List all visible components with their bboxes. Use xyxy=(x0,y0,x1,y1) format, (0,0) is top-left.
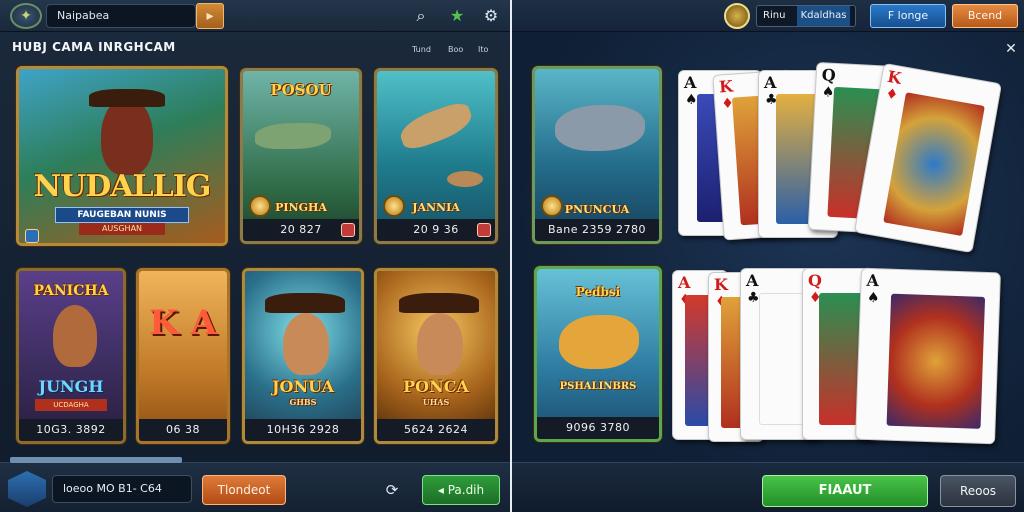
favorite-icon[interactable] xyxy=(477,223,491,237)
small-fish-icon xyxy=(447,171,483,187)
confirm-button[interactable]: ◂ Pa.dih xyxy=(422,475,500,505)
player-name: Rinu xyxy=(763,10,786,21)
card-art xyxy=(883,91,986,237)
card-rank: Q xyxy=(808,271,822,290)
game-subtitle: PINGHA xyxy=(275,201,327,214)
game-footer: 10G3. 3892 xyxy=(19,419,123,441)
lobby-bottom-bar: loeoo MO B1- C64 Tlondeot ⟳ ◂ Pa.dih xyxy=(0,457,510,512)
game-footer: 9096 3780 xyxy=(537,417,659,439)
hat-icon xyxy=(265,293,345,313)
card-rank: Q xyxy=(821,65,837,85)
card-rank: A xyxy=(764,73,777,92)
game-subtitle: PONCA xyxy=(403,377,469,396)
game-card-ka[interactable]: K A 06 38 xyxy=(136,268,230,444)
game-subtitle: JUNGH xyxy=(38,377,104,396)
playing-card[interactable]: A ♠ xyxy=(855,267,1001,445)
star-icon[interactable]: ★ xyxy=(446,6,468,26)
hat-icon xyxy=(89,89,165,107)
tab-indicator xyxy=(10,457,182,463)
game-tag: UCDAGHA xyxy=(35,399,107,411)
lobby-panel: ✦ Naipabea ▸ ⌕ ★ ⚙ HUBJ CAMA INRGHCAM Tu… xyxy=(0,0,512,512)
game-title: NUDALLIG xyxy=(33,169,212,204)
player-name-field[interactable]: Rinu Kdaldhas xyxy=(756,5,856,27)
emblem-icon[interactable] xyxy=(724,3,750,29)
table-bottom-bar: FIAAUT Reoos xyxy=(512,462,1024,512)
game-subtitle: FAUGEBAN NUNIS xyxy=(55,207,189,223)
game-footer: Bane 2359 2780 xyxy=(535,219,659,241)
bcend-button[interactable]: Bcend xyxy=(952,4,1018,28)
arrow-icon: ◂ xyxy=(437,483,448,497)
secondary-button[interactable]: Reoos xyxy=(940,475,1016,507)
hat-icon xyxy=(399,293,479,313)
card-rank: A xyxy=(866,270,880,291)
game-title: Pedbsi xyxy=(575,285,621,299)
character-figure xyxy=(417,313,463,375)
card-rank: K xyxy=(714,275,728,294)
game-title: POSOU xyxy=(270,81,332,99)
game-footer: 06 38 xyxy=(139,419,227,441)
game-title: PANICHA xyxy=(33,283,109,299)
character-figure xyxy=(101,97,153,175)
logo-icon[interactable]: ✦ xyxy=(10,3,42,29)
refresh-icon[interactable]: ⟳ xyxy=(382,481,402,501)
section-title: HUBJ CAMA INRGHCAM xyxy=(12,40,176,54)
game-card-ponca[interactable]: PONCA UHAS 5624 2624 xyxy=(374,268,498,444)
filter-tab-3[interactable]: Ito xyxy=(478,45,488,54)
game-tag: GHBS xyxy=(289,397,317,407)
game-card-jannia[interactable]: JANNIA 20 9 36 xyxy=(374,68,498,244)
character-figure xyxy=(53,305,97,367)
card-rank: A xyxy=(746,271,759,290)
game-subtitle: PSHALINBRS xyxy=(559,381,637,392)
game-subtitle: PNUNCUA xyxy=(564,203,630,216)
close-icon[interactable]: ✕ xyxy=(1004,42,1018,56)
info-icon[interactable] xyxy=(25,229,39,243)
game-card-jonua[interactable]: JONUA GHBS 10H36 2928 xyxy=(242,268,364,444)
character-figure xyxy=(283,313,329,375)
favorite-icon[interactable] xyxy=(341,223,355,237)
card-rank: A xyxy=(684,73,697,92)
game-title: K A xyxy=(149,303,217,343)
game-tag: UHAS xyxy=(422,397,450,407)
gear-icon[interactable]: ⚙ xyxy=(480,6,502,26)
card-rank: A xyxy=(678,273,691,292)
fish-icon xyxy=(255,123,331,149)
table-top-bar: Rinu Kdaldhas F longe Bcend xyxy=(512,0,1024,32)
search-go-button[interactable]: ▸ xyxy=(196,3,224,29)
game-subtitle: JANNIA xyxy=(412,201,460,214)
fish-icon xyxy=(559,315,639,369)
lobby-top-bar: ✦ Naipabea ▸ ⌕ ★ ⚙ xyxy=(0,0,510,32)
action-button[interactable]: Tlondeot xyxy=(202,475,286,505)
game-footer: 5624 2624 xyxy=(377,419,495,441)
lounge-button[interactable]: F longe xyxy=(870,4,946,28)
card-suit: ♠ xyxy=(866,289,880,307)
card-suit: ♠ xyxy=(685,92,698,108)
filter-tab-1[interactable]: Tund xyxy=(412,45,431,54)
game-card-fish-top[interactable]: PNUNCUA Bane 2359 2780 xyxy=(532,66,662,244)
game-card-featured[interactable]: NUDALLIG FAUGEBAN NUNIS AUSGHAN xyxy=(16,66,228,246)
primary-button[interactable]: FIAAUT xyxy=(762,475,928,507)
game-card-panicha[interactable]: PANICHA JUNGH UCDAGHA 10G3. 3892 xyxy=(16,268,126,444)
card-suit: ♦ xyxy=(884,85,900,104)
card-suit: ♣ xyxy=(747,290,760,306)
confirm-label: Pa.dih xyxy=(447,483,485,497)
player-tag: Kdaldhas xyxy=(796,6,851,26)
avatar[interactable] xyxy=(8,471,46,507)
search-input[interactable]: Naipabea xyxy=(46,4,196,28)
game-footer: 10H36 2928 xyxy=(245,419,361,441)
game-card-fish-bottom[interactable]: Pedbsi PSHALINBRS 9096 3780 xyxy=(534,266,662,442)
game-subtitle: JONUA xyxy=(271,377,334,396)
balance-field[interactable]: loeoo MO B1- C64 xyxy=(52,475,192,503)
game-card-posou[interactable]: POSOU PINGHA 20 827 xyxy=(240,68,362,244)
card-art xyxy=(886,293,986,430)
card-rank: K xyxy=(718,76,734,97)
filter-tab-2[interactable]: Boo xyxy=(448,45,463,54)
game-lobby-screen: ✦ Naipabea ▸ ⌕ ★ ⚙ HUBJ CAMA INRGHCAM Tu… xyxy=(0,0,1024,512)
card-table-panel: Rinu Kdaldhas F longe Bcend ✕ PNUNCUA Ba… xyxy=(512,0,1024,512)
card-rank: K xyxy=(885,66,903,89)
search-icon[interactable]: ⌕ xyxy=(410,6,432,26)
fish-icon xyxy=(555,105,645,151)
game-tag: AUSGHAN xyxy=(79,223,165,235)
